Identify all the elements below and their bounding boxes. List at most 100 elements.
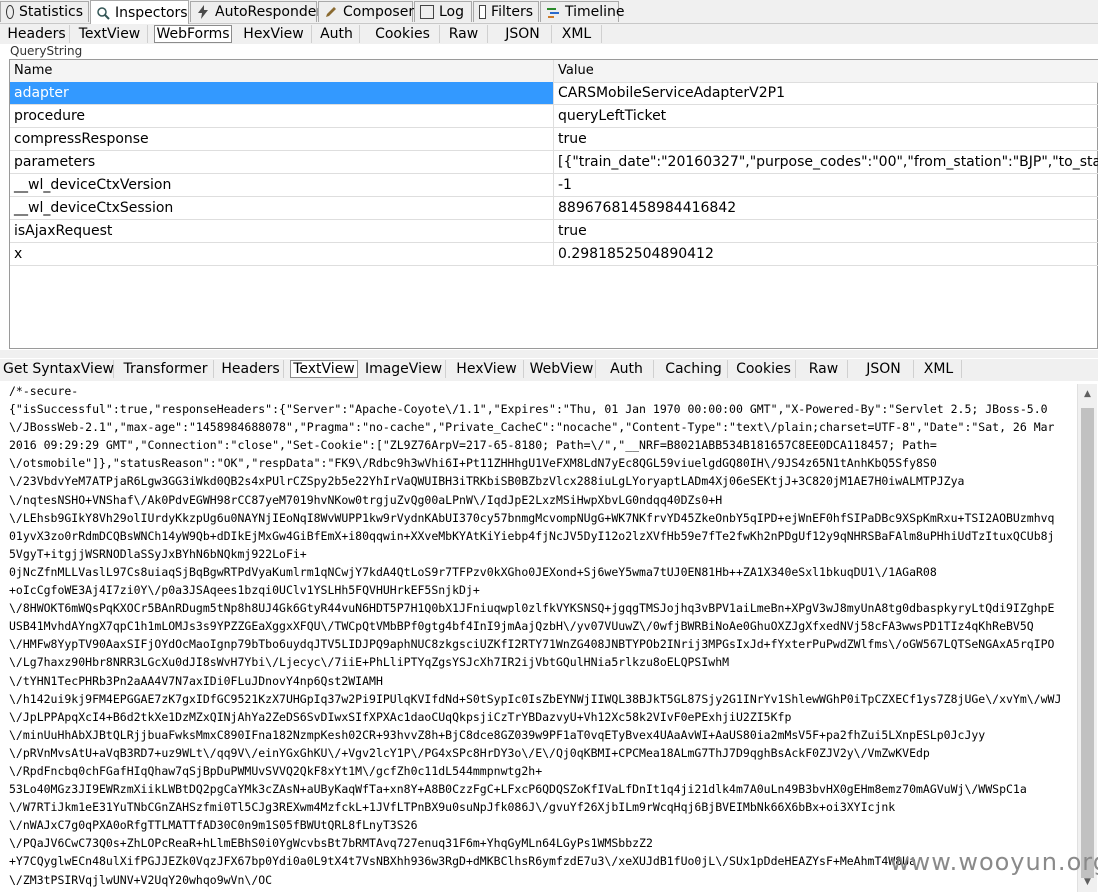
param-value: queryLeftTicket [558, 108, 667, 124]
response-tabbar: Get SyntaxView Transformer Headers TextV… [0, 359, 1098, 381]
tab-inspectors[interactable]: Inspectors [90, 0, 189, 24]
tab-timeline[interactable]: Timeline [540, 1, 625, 22]
resp-tab-textview[interactable]: TextView [290, 360, 358, 378]
text-line: \/JpLPPApqXcI4+B6d2tkXe1DzMZxQINjAhYa2Ze… [9, 709, 792, 724]
param-name: parameters [10, 151, 554, 173]
table-row[interactable]: __wl_deviceCtxVersion -1 [10, 174, 1098, 197]
panel-splitter[interactable] [0, 350, 1098, 358]
param-name: adapter [10, 82, 554, 104]
scroll-up-arrow-icon[interactable]: ▲ [1080, 386, 1095, 401]
textview-scrollbar[interactable]: ▲ ▼ [1077, 384, 1097, 892]
text-line: 5VgyT+itgjjWSRNODlaSSyJxBYhN6bNQkmj922Lo… [9, 546, 307, 561]
resp-tab-imageview[interactable]: ImageView [362, 360, 446, 378]
tab-log-label: Log [439, 4, 465, 20]
inspector-icon [96, 6, 110, 20]
tab-statistics-label: Statistics [19, 4, 83, 20]
text-line: \/otsmobile"]},"statusReason":"OK","resp… [9, 456, 937, 471]
grid-header-row: Name Value [10, 60, 1098, 83]
text-line: \/nWAJxC7g0qPXA0oRfgTTLMATTfAD30C0n9m1S0… [9, 818, 418, 833]
text-line: \/JBossWeb-2.1","max-age":"1458984688078… [9, 420, 1055, 435]
text-line: 53Lo40MGz3JI9EWRzmXiikLWBtDQ2pgCaYMk3cZA… [9, 782, 1027, 797]
param-value: true [558, 131, 587, 147]
tab-autoresponder-label: AutoResponder [215, 4, 323, 20]
param-name: compressResponse [10, 128, 554, 150]
resp-tab-json[interactable]: JSON [854, 360, 914, 378]
param-value: 88967681458984416842 [558, 200, 737, 216]
param-name: x [10, 243, 554, 265]
param-value: 0.2981852504890412 [558, 246, 714, 262]
tab-filters[interactable]: Filters [473, 1, 539, 22]
text-line: \/nqtesNSHO+VNShaf\/Ak0PdvEGWH98rCC87yeM… [9, 492, 723, 507]
resp-tab-auth[interactable]: Auth [600, 360, 654, 378]
column-header-name[interactable]: Name [10, 60, 554, 82]
tab-statistics[interactable]: Statistics [0, 1, 89, 22]
text-line: \/RpdFncbq0chFGafHIqQhaw7qSjBpDuPWMUvSVV… [9, 763, 543, 778]
timeline-icon [546, 5, 560, 19]
pencil-icon [324, 5, 338, 19]
tab-log[interactable]: Log [414, 1, 472, 22]
text-line: \/23VbdvYeM7ATPjaR6Lgw3GG3iWkd0QB2s4xPUl… [9, 474, 965, 489]
resp-tab-headers[interactable]: Headers [218, 360, 284, 378]
resp-tab-webview[interactable]: WebView [528, 360, 596, 378]
checkbox-icon [479, 5, 487, 19]
text-line: \/pRVnMvsAtU+aVqB3RD7+uz9WLt\/qq9V\/einY… [9, 745, 930, 760]
text-line: \/tYHN1TecPHRb3Pn2aAA4V7N7axIDi0FLuJDnov… [9, 673, 383, 688]
querystring-section-label: QueryString [10, 44, 83, 58]
req-tab-json[interactable]: JSON [494, 25, 552, 43]
resp-tab-transformer[interactable]: Transformer [118, 360, 214, 378]
req-tab-webforms[interactable]: WebForms [154, 25, 232, 43]
table-row[interactable]: x 0.2981852504890412 [10, 243, 1098, 266]
stopwatch-icon [6, 5, 14, 19]
lightning-icon [196, 5, 210, 19]
resp-tab-hexview[interactable]: HexView [450, 360, 524, 378]
scroll-down-arrow-icon[interactable]: ▼ [1080, 874, 1095, 889]
text-line: \/8HWOKT6mWQsPqKXOCr5BAnRDugm5tNp8h8UJ4G… [9, 601, 1055, 616]
table-row[interactable]: parameters [{"train_date":"20160327","pu… [10, 151, 1098, 174]
req-tab-raw[interactable]: Raw [440, 25, 488, 43]
tab-filters-label: Filters [491, 4, 533, 20]
text-line: 01yvX3zo0rRdmDCQBsWNCh14yW9Qb+dDIkEjMxGw… [9, 528, 1055, 543]
table-row[interactable]: __wl_deviceCtxSession 889676814589844168… [10, 197, 1098, 220]
req-tab-hexview[interactable]: HexView [236, 25, 312, 43]
param-value: CARSMobileServiceAdapterV2P1 [558, 85, 786, 101]
resp-tab-raw[interactable]: Raw [800, 360, 848, 378]
column-header-value[interactable]: Value [554, 60, 1098, 82]
text-line: /*-secure- [9, 384, 79, 398]
tab-composer[interactable]: Composer [318, 1, 415, 22]
text-line: {"isSuccessful":true,"responseHeaders":{… [9, 402, 1048, 417]
param-name: __wl_deviceCtxSession [10, 197, 554, 219]
text-line: \/h142ui9kj9FM4EPGGAE7zK7gxIDfGC9521KzX7… [9, 691, 1062, 706]
document-icon [420, 5, 434, 19]
text-line: USB41MvhdAYngX7qpC1h1mLOMJs3s9YPZZGEaXgg… [9, 619, 1034, 634]
resp-tab-cookies[interactable]: Cookies [732, 360, 796, 378]
tab-timeline-label: Timeline [565, 4, 625, 20]
scrollbar-thumb[interactable] [1081, 408, 1094, 878]
table-row[interactable]: adapter CARSMobileServiceAdapterV2P1 [10, 82, 1098, 105]
req-tab-cookies[interactable]: Cookies [366, 25, 440, 43]
resp-tab-syntaxview[interactable]: Get SyntaxView [3, 360, 114, 378]
param-name: procedure [10, 105, 554, 127]
param-value: true [558, 223, 587, 239]
text-line: \/LEhsb9GIkY8Vh29olIUrdyKkzpUg6u0NAYNjIE… [9, 510, 1055, 525]
param-value: [{"train_date":"20160327","purpose_codes… [558, 154, 1098, 170]
tab-inspectors-label: Inspectors [115, 4, 188, 21]
request-tabbar: Headers TextView WebForms HexView Auth C… [0, 24, 1098, 44]
top-tabbar: Statistics Inspectors AutoResponder Comp… [0, 0, 1098, 24]
table-row[interactable]: isAjaxRequest true [10, 220, 1098, 243]
tab-composer-label: Composer [343, 4, 415, 20]
tab-autoresponder[interactable]: AutoResponder [190, 1, 322, 22]
text-line: \/Lg7haxz90Hbr8NRR3LGcXu0dJI8sWvH7Ybi\/L… [9, 655, 730, 670]
resp-tab-xml[interactable]: XML [916, 360, 962, 378]
param-name: __wl_deviceCtxVersion [10, 174, 554, 196]
req-tab-auth[interactable]: Auth [314, 25, 360, 43]
watermark: www.wooyun.org [890, 848, 1098, 876]
table-row[interactable]: compressResponse true [10, 128, 1098, 151]
req-tab-xml[interactable]: XML [552, 25, 602, 43]
req-tab-textview[interactable]: TextView [72, 25, 148, 43]
text-line: 0jNcZfnMLLVaslL97Cs8uiaqSjBqBgwRTPdVyaKu… [9, 564, 937, 579]
text-line: +oIcCgfoWE3Aj4I7zi0Y\/p0a3JSAqees1bzqi0U… [9, 583, 480, 598]
resp-tab-caching[interactable]: Caching [660, 360, 728, 378]
req-tab-headers[interactable]: Headers [4, 25, 70, 43]
table-row[interactable]: procedure queryLeftTicket [10, 105, 1098, 128]
response-textview[interactable]: /*-secure- {"isSuccessful":true,"response… [9, 382, 1077, 892]
